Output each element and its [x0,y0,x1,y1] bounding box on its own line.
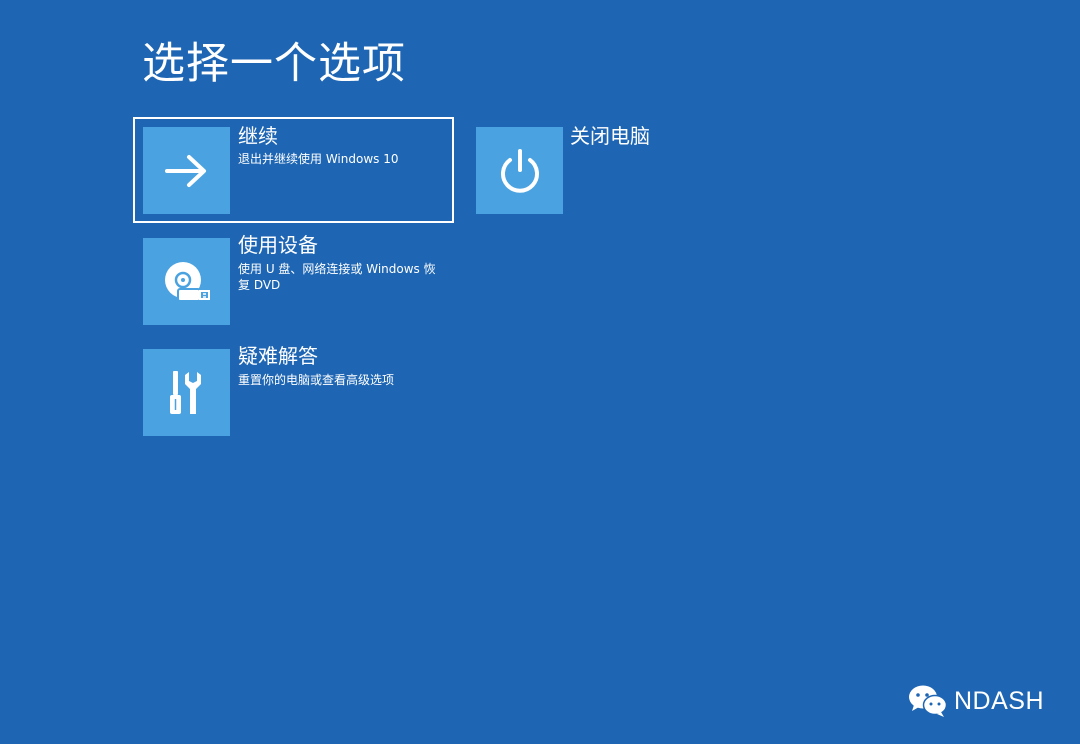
troubleshoot-option[interactable]: 疑难解答 重置你的电脑或查看高级选项 [133,339,454,445]
watermark: NDASH [908,684,1044,718]
continue-option[interactable]: 继续 退出并继续使用 Windows 10 [133,117,454,223]
wechat-icon [908,685,948,717]
watermark-text: NDASH [953,686,1044,715]
use-device-description: 使用 U 盘、网络连接或 Windows 恢复 DVD [238,262,436,292]
use-device-title: 使用设备 [238,233,318,257]
use-device-option[interactable]: 使用设备 使用 U 盘、网络连接或 Windows 恢复 DVD [133,228,454,334]
recovery-screen: 选择一个选项 继续 退出并继续使用 Windows 10 关闭电脑 使用设备 使… [0,0,1080,744]
troubleshoot-tile [143,349,230,436]
power-icon [500,148,539,193]
continue-description: 退出并继续使用 Windows 10 [238,152,399,166]
troubleshoot-description: 重置你的电脑或查看高级选项 [238,373,395,387]
shutdown-title: 关闭电脑 [570,124,650,148]
continue-tile [143,127,230,214]
continue-title: 继续 [238,124,278,148]
troubleshoot-title: 疑难解答 [238,344,318,368]
arrow-right-icon [164,154,206,187]
shutdown-option[interactable]: 关闭电脑 [466,117,787,223]
use-device-tile [143,238,230,325]
disc-usb-icon [164,261,210,302]
tools-icon [169,370,201,414]
shutdown-tile [476,127,563,214]
page-title: 选择一个选项 [142,39,406,89]
